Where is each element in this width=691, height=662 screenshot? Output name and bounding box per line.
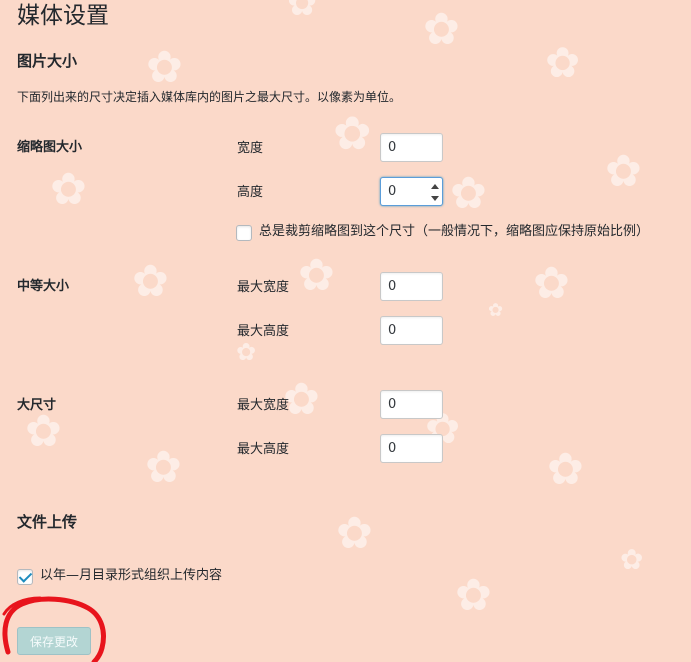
flower-icon: ✿ <box>132 256 169 307</box>
large-max-height-label: 最大高度 <box>237 442 290 457</box>
flower-icon: ✿ <box>455 570 492 621</box>
flower-icon: ✿ <box>547 444 584 495</box>
crop-thumbnail-label: 总是裁剪缩略图到这个尺寸（一般情况下，缩略图应保持原始比例） <box>259 224 650 239</box>
flower-icon: ✿ <box>287 0 318 24</box>
thumbnail-height-label: 高度 <box>237 185 264 200</box>
page-title: 媒体设置 <box>17 3 109 29</box>
flower-icon: ✿ <box>236 338 257 366</box>
thumbnail-width-input[interactable] <box>380 133 443 162</box>
flower-icon: ✿ <box>333 106 372 160</box>
flower-icon: ✿ <box>25 406 62 457</box>
flower-icon: ✿ <box>50 164 87 215</box>
medium-max-width-label: 最大宽度 <box>237 280 290 295</box>
flower-icon: ✿ <box>423 4 460 55</box>
medium-size-label: 中等大小 <box>17 279 70 294</box>
large-max-height-input[interactable] <box>380 434 443 463</box>
flower-icon: ✿ <box>145 442 182 493</box>
medium-max-height-input[interactable] <box>380 316 443 345</box>
thumbnail-width-label: 宽度 <box>237 141 264 156</box>
flower-icon: ✿ <box>450 168 487 219</box>
flower-icon: ✿ <box>533 258 570 309</box>
large-max-width-label: 最大宽度 <box>237 398 290 413</box>
image-sizes-heading: 图片大小 <box>17 52 78 70</box>
flower-icon: ✿ <box>336 508 373 559</box>
flower-icon: ✿ <box>146 42 183 93</box>
image-sizes-description: 下面列出来的尺寸决定插入媒体库内的图片之最大尺寸。以像素为单位。 <box>17 90 402 104</box>
medium-max-width-input[interactable] <box>380 272 443 301</box>
flower-icon: ✿ <box>605 146 642 197</box>
thumbnail-height-input[interactable] <box>380 177 443 206</box>
save-changes-button[interactable]: 保存更改 <box>17 627 91 655</box>
flower-icon: ✿ <box>488 300 504 321</box>
large-max-width-input[interactable] <box>380 390 443 419</box>
large-size-label: 大尺寸 <box>17 398 57 413</box>
crop-thumbnail-checkbox[interactable] <box>236 225 252 241</box>
file-uploads-heading: 文件上传 <box>17 513 78 531</box>
flower-icon: ✿ <box>620 543 644 576</box>
flower-icon: ✿ <box>298 250 335 301</box>
medium-max-height-label: 最大高度 <box>237 324 290 339</box>
organize-uploads-checkbox[interactable] <box>17 569 33 585</box>
media-settings-page: { "page": { "title": "媒体设置" }, "image_si… <box>0 0 691 662</box>
thumbnail-size-label: 缩略图大小 <box>17 140 83 155</box>
organize-uploads-label: 以年—月目录形式组织上传内容 <box>40 568 223 583</box>
flower-icon: ✿ <box>545 38 581 87</box>
checkmark-icon <box>18 569 33 583</box>
